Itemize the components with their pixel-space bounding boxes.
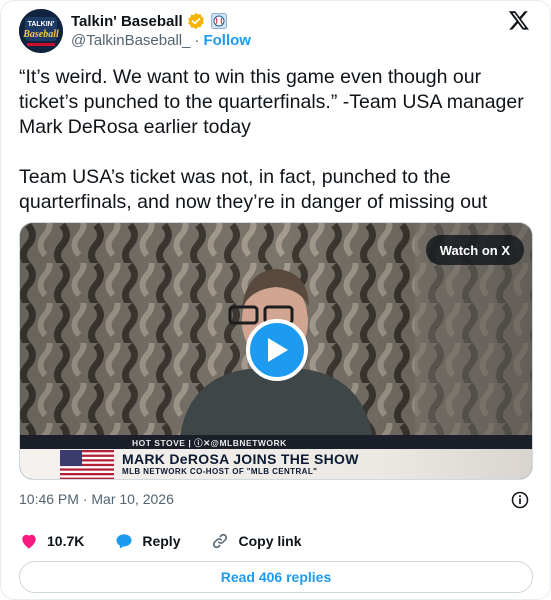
play-icon — [268, 338, 288, 362]
x-logo-icon[interactable] — [508, 9, 530, 31]
info-icon[interactable] — [510, 490, 530, 510]
link-icon — [213, 533, 228, 549]
baseball-badge-icon[interactable] — [210, 13, 227, 29]
like-button[interactable]: 10.7K — [19, 531, 84, 551]
display-name[interactable]: Talkin' Baseball — [71, 13, 183, 30]
tweet-text: “It’s weird. We want to win this game ev… — [19, 66, 524, 213]
action-bar: 10.7K Reply Copy link — [19, 531, 332, 551]
like-count: 10.7K — [47, 533, 85, 549]
handle[interactable]: @TalkinBaseball_ — [71, 32, 190, 49]
reply-bubble-icon — [116, 534, 132, 549]
timestamp[interactable]: 10:46 PM · Mar 10, 2026 — [19, 491, 174, 507]
avatar-text-top: TALKIN' — [28, 21, 55, 28]
heart-icon — [22, 534, 36, 549]
video-lower-third: HOT STOVE | ⓘ✕@MLBNETWORK MARK DeROSA JO… — [20, 435, 532, 479]
lower-third-title: MARK DeROSA JOINS THE SHOW — [122, 451, 359, 467]
watch-on-x-button[interactable]: Watch on X — [425, 235, 524, 265]
lower-third-subtitle: MLB NETWORK CO-HOST OF "MLB CENTRAL" — [122, 467, 318, 476]
copy-link-label: Copy link — [238, 533, 302, 549]
lower-third-strip-text: HOT STOVE | ⓘ✕@MLBNETWORK — [132, 438, 287, 448]
separator: · — [194, 32, 200, 49]
reply-label: Reply — [142, 533, 181, 549]
avatar[interactable]: TALKIN' Baseball — [19, 9, 63, 53]
video-player[interactable]: Watch on X HOT STOVE | ⓘ✕@MLBNETWORK MAR… — [19, 222, 533, 480]
copy-link-button[interactable]: Copy link — [210, 531, 302, 551]
play-button[interactable] — [246, 319, 308, 381]
tweet-card: TALKIN' Baseball Talkin' Baseball @Talki… — [0, 0, 551, 600]
handle-row: @TalkinBaseball_ · Follow — [71, 32, 251, 49]
name-row: Talkin' Baseball — [71, 11, 227, 31]
lower-third-strip: HOT STOVE | ⓘ✕@MLBNETWORK — [20, 435, 532, 449]
follow-button[interactable]: Follow — [203, 32, 251, 49]
reply-button[interactable]: Reply — [114, 531, 180, 551]
verified-badge-icon — [187, 12, 204, 30]
us-flag-icon — [60, 450, 114, 479]
lower-third-body: MARK DeROSA JOINS THE SHOW MLB NETWORK C… — [20, 449, 532, 479]
avatar-text-main: Baseball — [22, 29, 59, 40]
read-replies-button[interactable]: Read 406 replies — [19, 561, 533, 593]
